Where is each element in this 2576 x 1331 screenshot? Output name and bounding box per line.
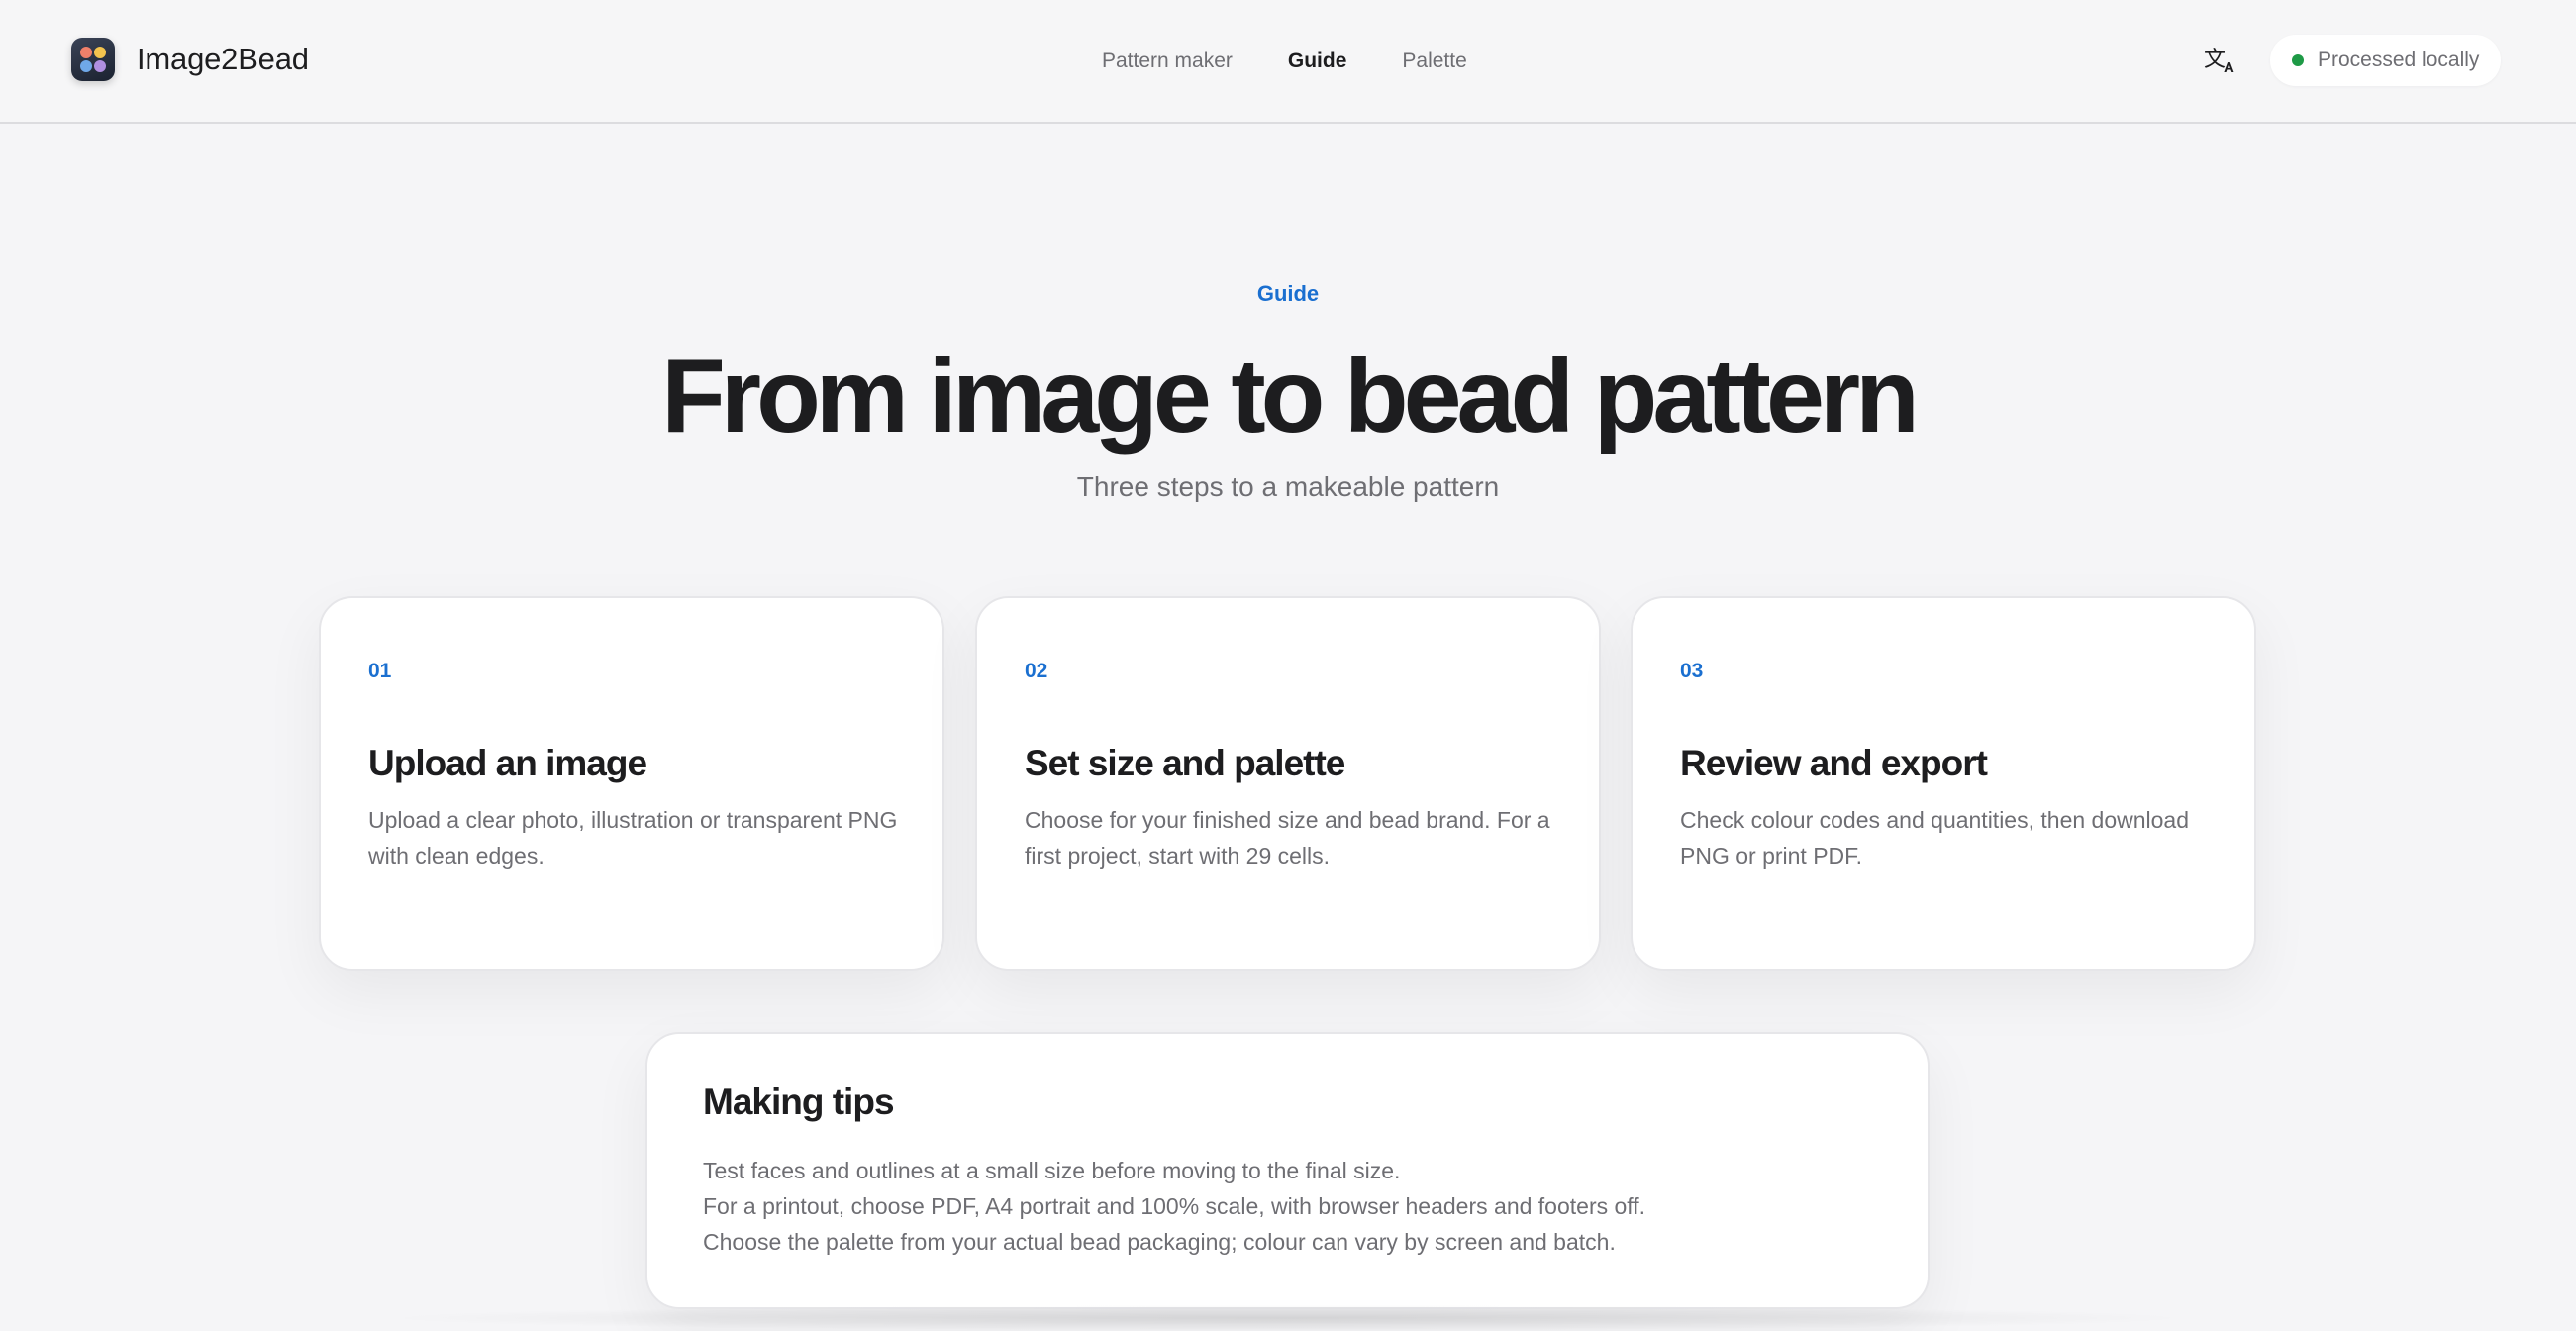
step-card-review-export: 03 Review and export Check colour codes …	[1631, 596, 2256, 971]
status-dot-icon	[2292, 54, 2304, 66]
status-text: Processed locally	[2318, 49, 2480, 71]
step-description: Check colour codes and quantities, then …	[1680, 807, 2190, 869]
making-tips-card: Making tips Test faces and outlines at a…	[645, 1032, 1930, 1309]
step-description: Choose for your finished size and bead b…	[1025, 807, 1550, 869]
nav-item-pattern-maker[interactable]: Pattern maker	[1102, 47, 1233, 76]
main-nav: Pattern maker Guide Palette	[1102, 47, 1467, 76]
brand-name: Image2Bead	[137, 42, 309, 76]
step-description: Upload a clear photo, illustration or tr…	[368, 807, 898, 869]
status-badge: Processed locally	[2270, 35, 2502, 86]
page-title: From image to bead pattern	[661, 338, 1920, 455]
step-title: Upload an image	[368, 743, 647, 783]
step-number: 01	[368, 660, 392, 682]
translate-icon-sub: A	[2224, 59, 2234, 76]
bead-logo-icon	[71, 38, 115, 81]
step-number: 03	[1680, 660, 1704, 682]
step-card-size-palette: 02 Set size and palette Choose for your …	[975, 596, 1601, 971]
tips-list: Test faces and outlines at a small size …	[703, 1153, 1645, 1260]
page-subtitle: Three steps to a makeable pattern	[1076, 471, 1500, 502]
brand-home-link[interactable]: Image2Bead	[71, 38, 309, 81]
tip-item: Choose the palette from your actual bead…	[703, 1229, 1616, 1255]
step-number: 02	[1025, 660, 1048, 682]
nav-item-guide[interactable]: Guide	[1288, 47, 1347, 76]
nav-item-palette[interactable]: Palette	[1402, 47, 1466, 76]
section-eyebrow: Guide	[1256, 281, 1320, 306]
bottom-fade	[376, 1305, 2198, 1331]
step-title: Review and export	[1680, 743, 1988, 783]
language-button[interactable]: 文 A	[2202, 40, 2241, 79]
step-card-upload: 01 Upload an image Upload a clear photo,…	[319, 596, 944, 971]
step-title: Set size and palette	[1025, 743, 1345, 783]
tip-item: Test faces and outlines at a small size …	[703, 1158, 1401, 1183]
tips-title: Making tips	[703, 1081, 895, 1122]
top-header: Image2Bead Pattern maker Guide Palette 文…	[0, 0, 2576, 124]
tip-item: For a printout, choose PDF, A4 portrait …	[703, 1193, 1646, 1219]
translate-icon: 文	[2204, 48, 2227, 72]
